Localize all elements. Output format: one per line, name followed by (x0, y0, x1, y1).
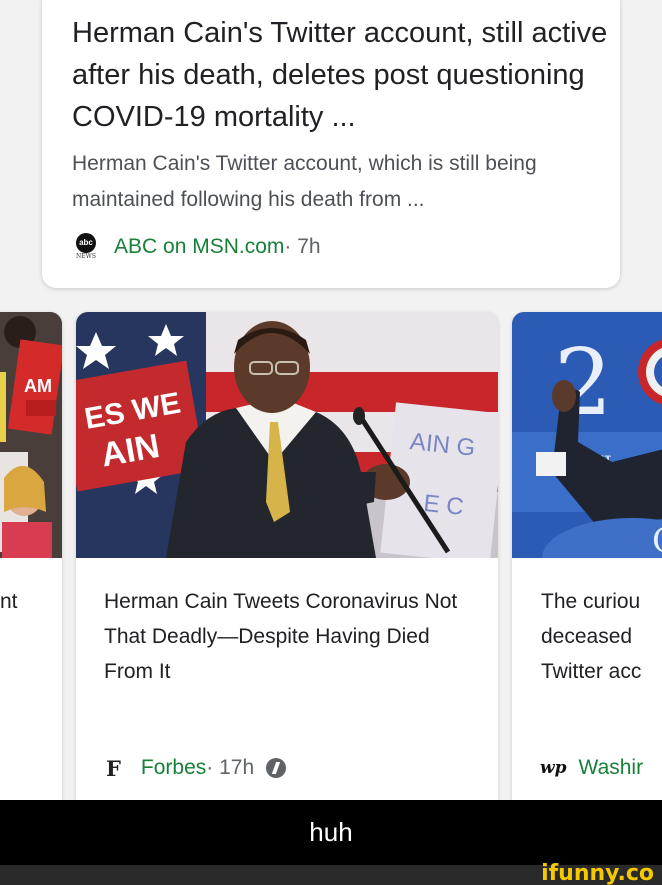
card-title[interactable]: nt (0, 584, 18, 619)
svg-text:E C: E C (422, 490, 465, 521)
svg-text:AM: AM (24, 376, 52, 396)
top-news-card[interactable]: Herman Cain's Twitter account, still act… (42, 0, 620, 288)
source-name: ABC on MSN.com (114, 235, 285, 258)
source-name: Forbes (140, 756, 207, 779)
washington-post-logo-icon: wp (540, 758, 567, 778)
watermark-bar: ifunny.co (0, 861, 662, 885)
card-thumbnail: 2 CTI C (512, 312, 662, 558)
card-title[interactable]: Herman Cain Tweets Coronavirus Not That … (104, 584, 484, 689)
carousel-card-washington-post[interactable]: 2 CTI C The curiou deceased Twitter acc (512, 312, 662, 800)
search-results-screen: Herman Cain's Twitter account, still act… (0, 0, 662, 800)
svg-text:C: C (652, 521, 662, 558)
source-time: · 17h (206, 756, 255, 779)
card-title[interactable]: The curiou deceased Twitter acc (541, 584, 662, 689)
carousel-card-left[interactable]: AM nt (0, 312, 62, 800)
card-source-row: F Forbes · 17h (106, 754, 287, 782)
source-time: · 7h (284, 235, 321, 258)
forbes-logo-icon: F (106, 755, 121, 781)
card-thumbnail: AM (0, 312, 62, 558)
ifunny-watermark: ifunny.co (541, 861, 654, 885)
carousel-card-forbes[interactable]: ES WE AIN AIN G E C Herman Cain Tweets C… (76, 312, 498, 800)
news-carousel[interactable]: AM nt ES WE AIN AIN G E C Herman Cain Tw… (0, 312, 662, 800)
amp-icon (266, 758, 287, 778)
article-title[interactable]: Herman Cain's Twitter account, still act… (72, 12, 612, 138)
article-source-row: abc NEWS ABC on MSN.com · 7h (72, 233, 321, 261)
abc-news-logo-icon: abc NEWS (72, 233, 100, 261)
card-thumbnail: ES WE AIN AIN G E C (76, 312, 498, 558)
article-snippet: Herman Cain's Twitter account, which is … (72, 152, 537, 211)
card-source-row: wp Washir (540, 754, 643, 782)
source-name: Washir (578, 756, 644, 779)
meme-caption: huh (0, 800, 662, 865)
